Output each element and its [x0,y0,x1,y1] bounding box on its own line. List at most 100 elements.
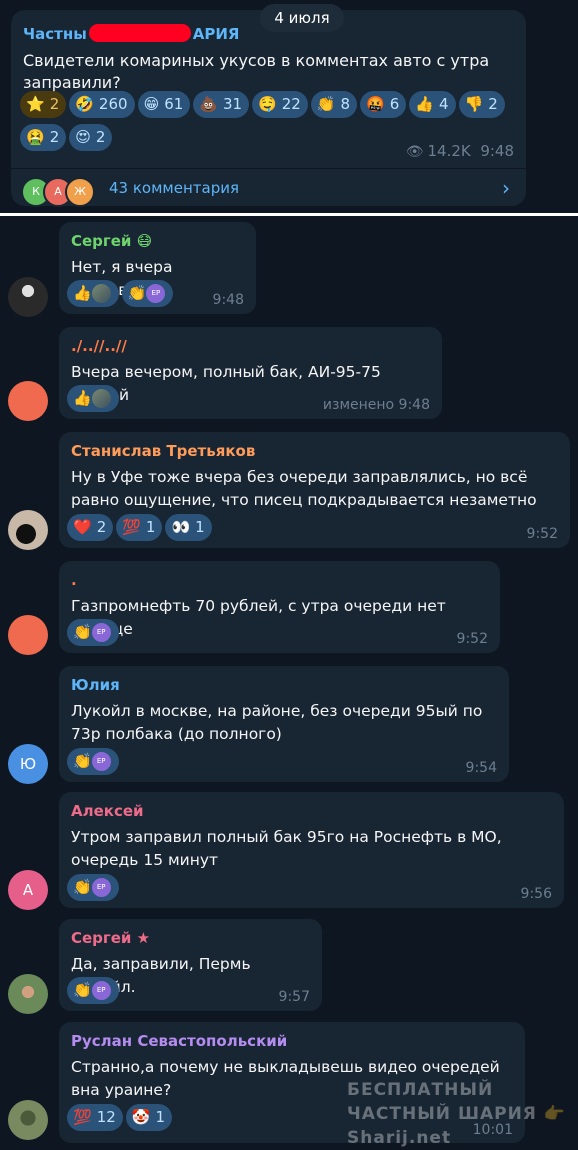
reaction-pill[interactable]: 💩 31 [193,91,250,118]
comment-time: 9:48 [212,292,244,308]
channel-post-card: Частны АРИЯ Свидетели комариных укусов в … [11,10,526,207]
reaction-count: 1 [195,518,205,536]
comment-bubble[interactable]: Сергей 😷Нет, я вчера заправил👍👏ЕР9:48 [59,222,256,314]
author-avatar[interactable] [8,381,48,421]
author-avatar[interactable]: А [8,870,48,910]
reaction-emoji-icon: 💯 [122,518,141,536]
post-time: 9:48 [480,142,514,160]
channel-name-prefix: Частны [23,25,87,43]
reaction-emoji-icon: 🤤 [258,95,277,113]
reaction-emoji-icon: 🤬 [366,95,385,113]
comment-time: изменено 9:48 [322,397,430,413]
reaction-pill[interactable]: 🤣 260 [69,91,135,118]
comment-bubble[interactable]: ./..//..//Вчера вечером, полный бак, АИ-… [59,327,442,419]
separator-line [0,213,578,216]
reaction-count: 1 [155,1108,166,1126]
reaction-pill[interactable]: 👏 ЕР [67,619,119,646]
reaction-pill[interactable]: 👎 2 [458,91,505,118]
reactor-avatar: ЕР [145,283,167,304]
reaction-emoji-icon: 👏 [73,623,92,641]
author-avatar[interactable] [8,615,48,655]
reaction-emoji-icon: 🤮 [26,128,45,146]
reaction-emoji-icon: ⭐ [26,95,45,113]
reaction-count: 4 [439,95,449,113]
author-avatar[interactable]: Ю [8,744,48,784]
reaction-emoji-icon: 👍 [73,284,92,302]
chevron-right-icon[interactable]: › [502,176,510,200]
author-avatar[interactable] [8,1100,48,1140]
reaction-pill[interactable]: 👏 ЕР [67,874,119,901]
reaction-pill[interactable]: 👍 4 [409,91,456,118]
reaction-pill[interactable]: 😁 61 [137,91,191,118]
reaction-pill[interactable]: 💯 1 [116,514,163,541]
author-avatar[interactable] [8,277,48,317]
reaction-pill[interactable]: 🤬 6 [360,91,407,118]
reaction-emoji-icon: 👏 [73,981,92,999]
reaction-count: 22 [281,95,301,113]
comment-bubble[interactable]: . Газпромнефть 70 рублей, с утра очереди … [59,561,500,653]
comment-author-name[interactable]: Сергей 😷 [71,232,152,250]
channel-name[interactable]: Частны АРИЯ [23,24,239,43]
comment-bubble[interactable]: Алексей Утром заправил полный бак 95го на… [59,792,564,908]
reactor-avatar [90,283,112,304]
comment-author-name[interactable]: . [71,571,77,589]
comment-bubble[interactable]: Станислав Третьяков Ну в Уфе тоже вчера б… [59,432,570,548]
redaction-mark [88,24,191,42]
comment-time: 9:56 [520,886,552,902]
reaction-count: 12 [96,1108,116,1126]
reaction-pill[interactable]: 👏 ЕР [67,977,119,1004]
commenter-avatar: Ж [65,177,95,207]
comment-time: 9:52 [526,526,558,542]
views-eye-icon: 👁 [405,144,424,160]
reaction-pill[interactable]: 👏 8 [310,91,358,118]
comment-author-name[interactable]: Станислав Третьяков [71,442,255,460]
reaction-count: 2 [49,95,60,113]
reaction-pill[interactable]: 🤤 22 [252,91,308,118]
reaction-pill[interactable]: 🤡 1 [125,1104,173,1131]
comments-count-link[interactable]: 43 комментария [109,179,239,197]
reaction-emoji-icon: 👏 [73,752,92,770]
comment-text: Утром заправил полный бак 95го на Роснеф… [71,828,502,869]
reaction-count: 31 [222,95,243,113]
reaction-pill[interactable]: 👍 [67,280,119,307]
comment-reactions: 👍 👏 ЕР [67,280,176,313]
reaction-emoji-icon: 💯 [73,1108,92,1126]
comment-author-name[interactable]: Юлия [71,676,120,694]
reaction-pill[interactable]: 👀 1 [165,514,212,541]
reaction-pill[interactable]: 👏 ЕР [121,280,174,307]
reaction-pill[interactable]: ❤️ 2 [67,514,114,541]
reaction-emoji-icon: 🤡 [131,1108,151,1126]
reactor-avatar: ЕР [90,751,112,772]
reactor-avatar: ЕР [90,877,112,898]
comment-author-name[interactable]: ./..//..// [71,337,127,355]
comment-reactions: 👏 ЕР [67,977,122,1010]
comment-bubble[interactable]: Юлия Лукойл в москве, на районе, без очер… [59,666,509,782]
reactor-avatar: ЕР [90,622,112,643]
author-avatar[interactable] [8,974,48,1014]
author-avatar[interactable] [8,510,48,550]
reaction-count: 2 [95,128,106,146]
reaction-emoji-icon: 👍 [415,95,435,113]
reaction-pill[interactable]: 🤮 2 [20,124,67,151]
comment-time: 9:52 [456,631,488,647]
reaction-emoji-icon: 💩 [199,95,218,113]
comment-bubble[interactable]: Сергей ★Да, заправили, Пермь Лукойл.👏ЕР9… [59,919,322,1011]
reaction-pill[interactable]: ⭐ 2 [20,91,67,118]
reaction-pill[interactable]: 💯 12 [67,1104,123,1131]
comment-text: Лукойл в москве, на районе, без очереди … [71,702,483,743]
comment-reactions: 👍 [67,385,122,418]
comment-author-name[interactable]: Руслан Севастопольский [71,1032,287,1050]
reaction-emoji-icon: 👀 [171,518,191,536]
reaction-count: 6 [389,95,400,113]
comment-text: Газпромнефть 70 рублей, с утра очереди н… [71,597,446,638]
comment-reactions: 👏 ЕР [67,619,122,652]
comment-reactions: 💯 12 🤡 1 [67,1104,175,1137]
reaction-pill[interactable]: 👍 [67,385,119,412]
watermark: БЕСПЛАТНЫЙ ЧАСТНЫЙ ШАРИЯ 👉 Sharij.net [347,1080,566,1148]
comment-author-name[interactable]: Сергей ★ [71,929,150,947]
reaction-pill[interactable]: 👏 ЕР [67,748,119,775]
comment-author-name[interactable]: Алексей [71,802,144,820]
comments-bar[interactable]: К А Ж 43 комментария › [11,169,526,207]
reaction-pill[interactable]: 😍 2 [69,124,113,151]
reaction-emoji-icon: 👎 [464,95,484,113]
